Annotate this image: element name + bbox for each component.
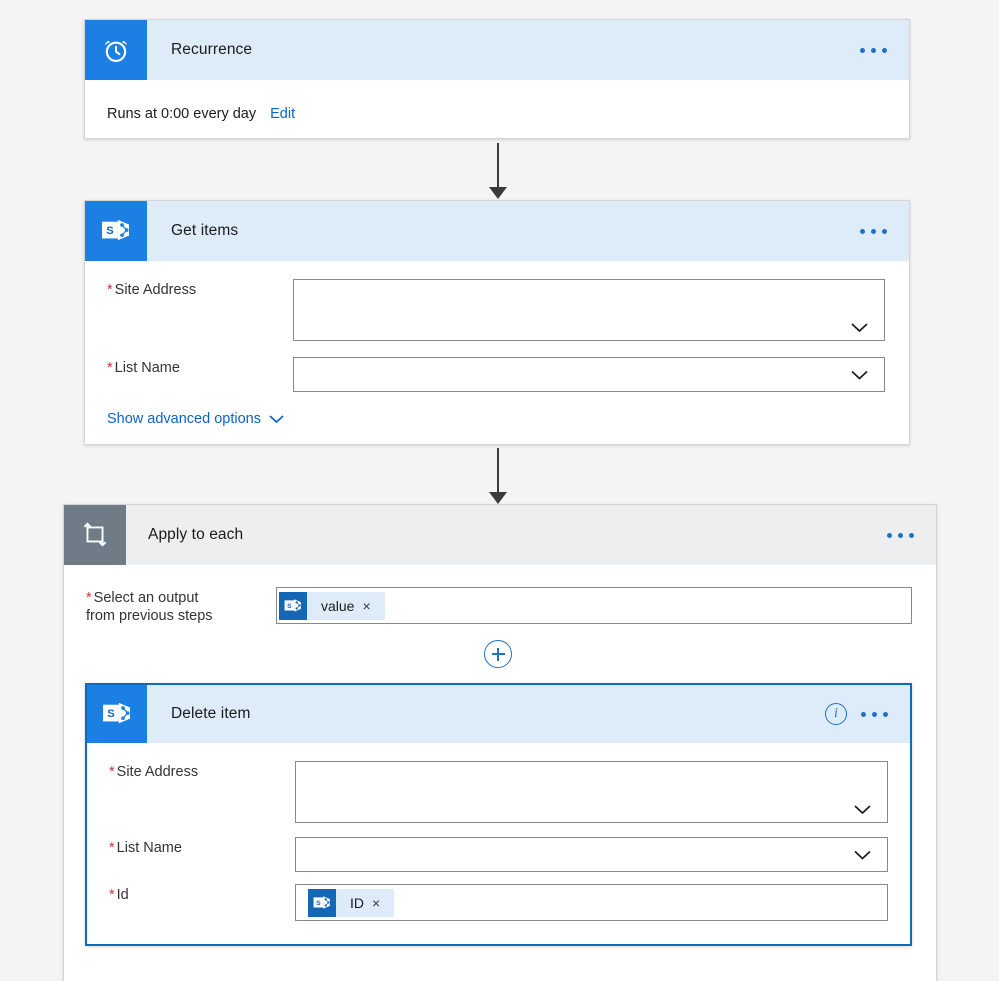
dynamic-content-token-id[interactable]: S ID × <box>308 888 395 917</box>
get-items-title: Get items <box>171 222 239 239</box>
output-label-line1: Select an output <box>93 590 199 606</box>
flow-node-apply-to-each[interactable]: Apply to each * Select an output from pre… <box>63 504 937 981</box>
token-label: ID <box>350 894 364 911</box>
connector-recurrence-to-getitems <box>486 143 510 199</box>
svg-text:S: S <box>316 899 321 906</box>
apply-to-each-output-row: *Select an output from previous steps S <box>86 587 912 625</box>
required-asterisk: * <box>107 282 113 298</box>
delete-item-id-row: * Id S ID × <box>109 884 888 921</box>
svg-text:S: S <box>287 602 292 609</box>
svg-text:S: S <box>107 708 114 720</box>
required-asterisk: * <box>109 764 115 780</box>
close-icon[interactable]: × <box>372 896 394 910</box>
delete-item-id-input[interactable]: S ID × <box>295 884 888 921</box>
delete-item-list-name-row: * List Name <box>109 837 888 872</box>
delete-item-title: Delete item <box>171 705 251 722</box>
delete-item-site-address-row: * Site Address <box>109 761 888 823</box>
flow-node-recurrence[interactable]: Recurrence Runs at 0:00 every day Edit <box>84 19 910 139</box>
chevron-down-icon[interactable] <box>854 805 871 814</box>
required-asterisk: * <box>109 887 115 903</box>
recurrence-card-body: Runs at 0:00 every day Edit <box>85 80 909 122</box>
get-items-list-name-input[interactable] <box>293 357 885 392</box>
token-label: value <box>321 597 355 614</box>
alarm-clock-icon <box>85 20 147 80</box>
delete-item-header-actions: i <box>825 685 910 743</box>
delete-item-site-address-input[interactable] <box>295 761 888 823</box>
delete-item-list-name-label: * List Name <box>109 840 182 856</box>
recurrence-title: Recurrence <box>171 41 253 58</box>
close-icon[interactable]: × <box>362 599 384 613</box>
add-action-button[interactable] <box>484 640 512 668</box>
apply-to-each-card-header[interactable]: Apply to each <box>64 505 936 565</box>
chevron-down-icon <box>269 415 284 423</box>
required-asterisk: * <box>109 840 115 856</box>
info-icon[interactable]: i <box>825 703 847 725</box>
delete-item-list-name-input[interactable] <box>295 837 888 872</box>
recurrence-card-header[interactable]: Recurrence <box>85 20 909 80</box>
flow-node-get-items[interactable]: S Get items * Site Address * List Name S… <box>84 200 910 445</box>
output-label-line2: from previous steps <box>86 608 213 625</box>
connector-getitems-to-applytoeach <box>486 448 510 504</box>
chevron-down-icon[interactable] <box>851 370 868 379</box>
get-items-site-address-row: * Site Address <box>107 279 885 341</box>
get-items-card-body: * Site Address * List Name Show advanced… <box>85 261 909 428</box>
get-items-overflow-menu-icon[interactable] <box>860 228 887 234</box>
required-asterisk: * <box>86 590 92 606</box>
apply-to-each-output-label: * Select an output from previous steps <box>86 587 276 625</box>
recurrence-edit-link[interactable]: Edit <box>270 106 295 122</box>
get-items-list-name-label: * List Name <box>107 360 180 376</box>
get-items-show-advanced-options[interactable]: Show advanced options <box>107 411 284 427</box>
sharepoint-icon: S <box>85 201 147 261</box>
flow-designer-canvas: Recurrence Runs at 0:00 every day Edit S <box>0 0 999 981</box>
chevron-down-icon[interactable] <box>851 323 868 332</box>
apply-to-each-header-actions <box>887 505 936 565</box>
dynamic-content-token-value[interactable]: S value × <box>279 591 385 620</box>
chevron-down-icon[interactable] <box>854 850 871 859</box>
apply-to-each-output-input[interactable]: S value × <box>276 587 912 624</box>
sharepoint-icon: S <box>279 591 307 620</box>
loop-icon <box>64 505 126 565</box>
sharepoint-icon: S <box>87 685 147 743</box>
apply-to-each-title: Apply to each <box>148 526 244 543</box>
apply-to-each-card-body: *Select an output from previous steps S <box>64 565 936 625</box>
sharepoint-icon: S <box>308 888 336 917</box>
get-items-list-name-row: * List Name <box>107 357 885 392</box>
get-items-site-address-label: * Site Address <box>107 282 197 298</box>
delete-item-overflow-menu-icon[interactable] <box>861 711 888 717</box>
delete-item-card-body: * Site Address * List Name * Id S ID × <box>87 743 910 921</box>
delete-item-site-address-label: * Site Address <box>109 764 199 780</box>
apply-to-each-overflow-menu-icon[interactable] <box>887 532 914 538</box>
get-items-header-actions <box>860 201 909 261</box>
get-items-site-address-input[interactable] <box>293 279 885 341</box>
recurrence-summary-text: Runs at 0:00 every day <box>107 106 257 122</box>
recurrence-overflow-menu-icon[interactable] <box>860 47 887 53</box>
delete-item-id-label: * Id <box>109 887 129 903</box>
svg-text:S: S <box>106 225 113 237</box>
get-items-card-header[interactable]: S Get items <box>85 201 909 261</box>
required-asterisk: * <box>107 360 113 376</box>
show-advanced-options-label: Show advanced options <box>107 411 261 427</box>
recurrence-header-actions <box>860 20 909 80</box>
flow-node-delete-item[interactable]: S Delete item i * Site Address * List Na… <box>85 683 912 946</box>
delete-item-card-header[interactable]: S Delete item i <box>87 685 910 743</box>
